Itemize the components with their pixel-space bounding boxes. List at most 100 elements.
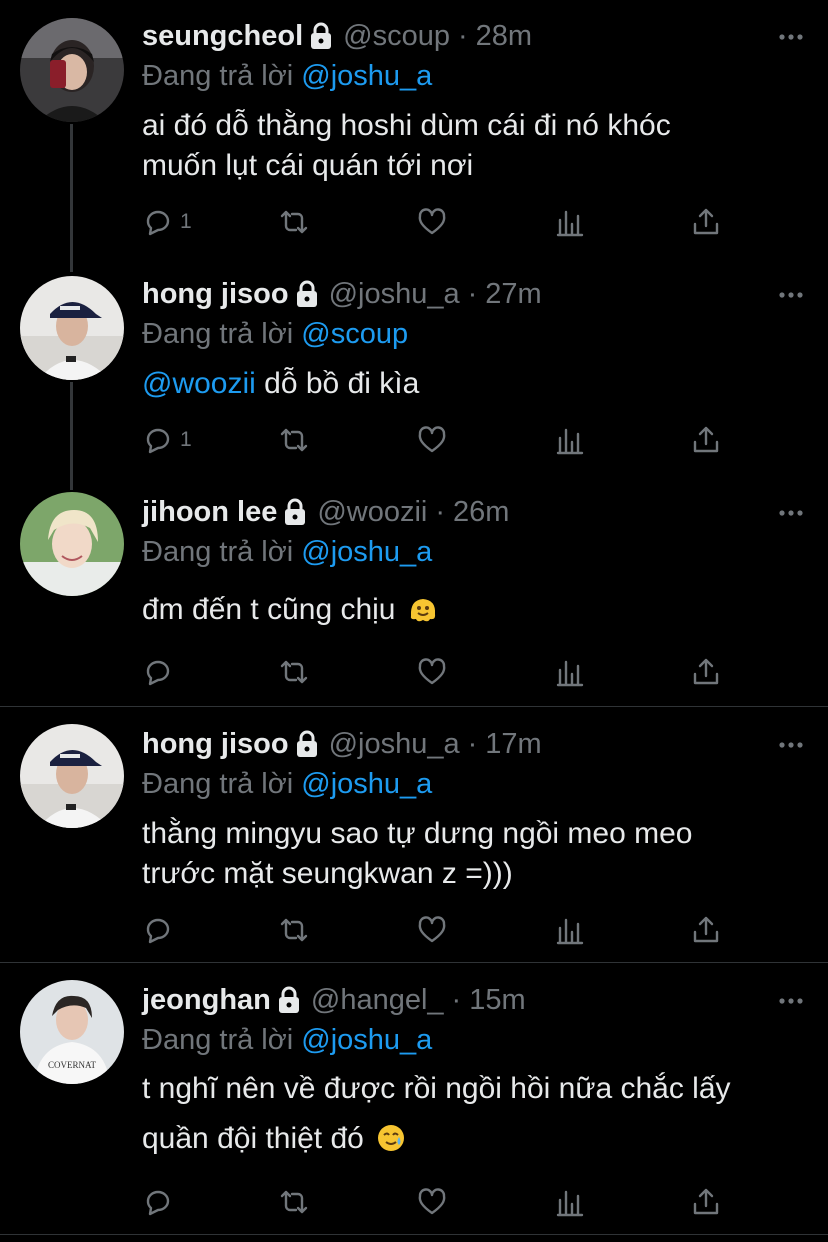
like-button[interactable] bbox=[416, 910, 448, 950]
reply-mention-link[interactable]: @joshu_a bbox=[301, 536, 432, 568]
timestamp[interactable]: 28m bbox=[476, 20, 532, 53]
replying-to: Đang trả lời @joshu_a bbox=[142, 1020, 804, 1060]
tweet-text-line: đm đến t cũng chịu bbox=[142, 593, 396, 626]
replying-to: Đang trả lời @joshu_a bbox=[142, 532, 804, 572]
analytics-button[interactable] bbox=[554, 202, 586, 242]
tweet-text-line: quần đội thiệt đó bbox=[142, 1122, 364, 1155]
separator-dot: · bbox=[435, 495, 446, 528]
tweet[interactable]: hong jisoo @joshu_a · 17m Đang trả lời @… bbox=[0, 708, 828, 962]
share-button[interactable] bbox=[690, 1182, 722, 1222]
lock-icon bbox=[311, 22, 332, 49]
separator-dot: · bbox=[457, 19, 468, 52]
heart-icon bbox=[418, 658, 446, 685]
avatar-cap-image bbox=[20, 276, 124, 380]
avatar[interactable] bbox=[20, 492, 124, 596]
like-button[interactable] bbox=[416, 1182, 448, 1222]
avatar-cap-image bbox=[20, 724, 124, 828]
avatar[interactable] bbox=[20, 276, 124, 380]
handle[interactable]: @hangel_ bbox=[311, 984, 444, 1017]
retweet-icon bbox=[280, 918, 308, 942]
reply-mention-link[interactable]: @joshu_a bbox=[301, 768, 432, 800]
timestamp[interactable]: 26m bbox=[453, 496, 509, 529]
like-button[interactable] bbox=[416, 202, 448, 242]
analytics-button[interactable] bbox=[554, 1182, 586, 1222]
avatar[interactable] bbox=[20, 724, 124, 828]
share-icon bbox=[693, 1188, 719, 1215]
more-options-icon[interactable] bbox=[778, 500, 804, 526]
tweet-text-line: thằng mingyu sao tự dưng ngồi meo meo bbox=[142, 817, 693, 850]
display-name[interactable]: hong jisoo bbox=[142, 728, 289, 761]
replying-to-label: Đang trả lời bbox=[142, 318, 294, 350]
heart-icon bbox=[418, 208, 446, 235]
tweet-text-line: trước mặt seungkwan z =))) bbox=[142, 857, 513, 890]
display-name[interactable]: hong jisoo bbox=[142, 278, 289, 311]
reply-button[interactable]: 1 bbox=[142, 202, 192, 242]
like-button[interactable] bbox=[416, 652, 448, 692]
avatar[interactable] bbox=[20, 18, 124, 122]
timestamp[interactable]: 17m bbox=[485, 728, 541, 761]
reply-mention-link[interactable]: @joshu_a bbox=[301, 1024, 432, 1056]
retweet-button[interactable] bbox=[278, 652, 310, 692]
timestamp[interactable]: 27m bbox=[485, 278, 541, 311]
tweet[interactable]: hong jisoo @joshu_a · 27m Đang trả lời @… bbox=[0, 258, 828, 476]
melting-face-emoji-icon bbox=[410, 599, 435, 622]
reply-button[interactable] bbox=[142, 652, 174, 692]
share-button[interactable] bbox=[690, 910, 722, 950]
handle[interactable]: @scoup bbox=[343, 20, 450, 53]
tweet-actions bbox=[142, 910, 742, 950]
avatar[interactable]: COVERNAT bbox=[20, 980, 124, 1084]
tweet-text: đm đến t cũng chịu bbox=[142, 590, 804, 630]
body-mention-link[interactable]: @woozii bbox=[142, 367, 256, 400]
analytics-icon bbox=[556, 918, 584, 945]
retweet-icon bbox=[280, 1190, 308, 1214]
more-options-icon[interactable] bbox=[778, 732, 804, 758]
tweet[interactable]: COVERNAT jeonghan @hangel_ · 15m Đang tr… bbox=[0, 964, 828, 1234]
analytics-icon bbox=[556, 210, 584, 237]
analytics-button[interactable] bbox=[554, 420, 586, 460]
retweet-button[interactable] bbox=[278, 910, 310, 950]
reply-icon bbox=[146, 428, 170, 454]
more-options-icon[interactable] bbox=[778, 24, 804, 50]
more-options-icon[interactable] bbox=[778, 282, 804, 308]
tweet-actions: 1 bbox=[142, 420, 742, 460]
tweet-text-line: dỗ bồ đi kìa bbox=[255, 367, 420, 400]
handle[interactable]: @woozii bbox=[317, 496, 427, 529]
share-button[interactable] bbox=[690, 652, 722, 692]
like-button[interactable] bbox=[416, 420, 448, 460]
share-button[interactable] bbox=[690, 420, 722, 460]
reply-count: 1 bbox=[180, 210, 192, 233]
timeline: seungcheol @scoup · 28m Đang trả lời @jo… bbox=[0, 0, 828, 1242]
lock-icon bbox=[285, 498, 306, 525]
handle[interactable]: @joshu_a bbox=[329, 728, 460, 761]
display-name[interactable]: jihoon lee bbox=[142, 496, 277, 529]
reply-button[interactable] bbox=[142, 910, 174, 950]
reply-button[interactable]: 1 bbox=[142, 420, 192, 460]
tweet-text: thằng mingyu sao tự dưng ngồi meo meo tr… bbox=[142, 814, 804, 894]
handle[interactable]: @joshu_a bbox=[329, 278, 460, 311]
tear-smile-emoji-icon bbox=[378, 1125, 405, 1151]
retweet-button[interactable] bbox=[278, 420, 310, 460]
reply-mention-link[interactable]: @scoup bbox=[301, 318, 408, 350]
heart-icon bbox=[418, 1188, 446, 1215]
tweet-actions: 1 bbox=[142, 202, 742, 242]
analytics-icon bbox=[556, 1190, 584, 1217]
reply-mention-link[interactable]: @joshu_a bbox=[301, 60, 432, 92]
display-name[interactable]: seungcheol bbox=[142, 20, 303, 53]
analytics-button[interactable] bbox=[554, 652, 586, 692]
timestamp[interactable]: 15m bbox=[469, 984, 525, 1017]
tweet[interactable]: seungcheol @scoup · 28m Đang trả lời @jo… bbox=[0, 0, 828, 258]
retweet-button[interactable] bbox=[278, 202, 310, 242]
more-options-icon[interactable] bbox=[778, 988, 804, 1014]
analytics-button[interactable] bbox=[554, 910, 586, 950]
tweet-header: jeonghan @hangel_ · 15m bbox=[142, 978, 804, 1022]
reply-button[interactable] bbox=[142, 1182, 174, 1222]
display-name[interactable]: jeonghan bbox=[142, 984, 271, 1017]
retweet-button[interactable] bbox=[278, 1182, 310, 1222]
tweet[interactable]: jihoon lee @woozii · 26m Đang trả lời @j… bbox=[0, 476, 828, 706]
separator-dot: · bbox=[467, 277, 478, 310]
replying-to-label: Đang trả lời bbox=[142, 768, 294, 800]
reply-icon bbox=[146, 918, 170, 944]
tweet-header: hong jisoo @joshu_a · 17m bbox=[142, 722, 804, 766]
share-button[interactable] bbox=[690, 202, 722, 242]
replying-to: Đang trả lời @joshu_a bbox=[142, 764, 804, 804]
